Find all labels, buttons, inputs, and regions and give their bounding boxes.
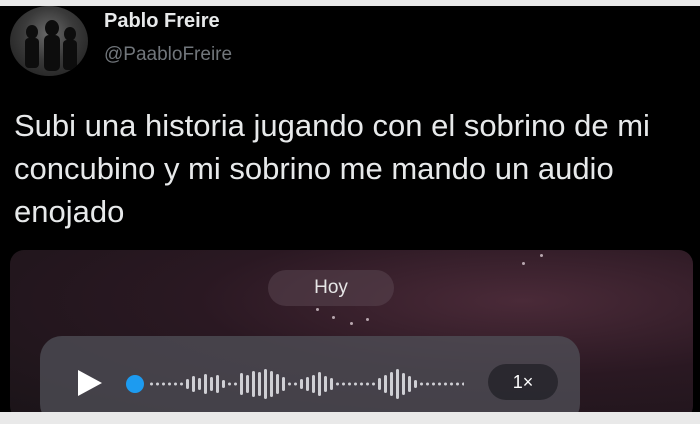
waveform-bar xyxy=(390,372,393,396)
waveform-bar xyxy=(276,374,279,394)
playback-speed-button[interactable]: 1× xyxy=(488,364,558,400)
waveform-bar xyxy=(288,382,291,386)
waveform-bar xyxy=(252,371,255,397)
waveform-bar xyxy=(360,382,363,386)
waveform-bar xyxy=(354,382,357,386)
waveform-bar xyxy=(306,377,309,391)
waveform-bar xyxy=(156,382,159,386)
waveform-bar xyxy=(396,369,399,399)
waveform-bar xyxy=(318,372,321,396)
author-name[interactable]: Pablo Freire xyxy=(104,10,220,33)
waveform-bar xyxy=(312,375,315,393)
waveform-bar xyxy=(462,382,464,386)
waveform-bar xyxy=(420,382,423,386)
waveform-bar xyxy=(426,382,429,386)
audio-waveform[interactable] xyxy=(124,356,464,412)
audio-message-screenshot[interactable]: Hoy 1× xyxy=(10,250,693,420)
voice-message-bubble: 1× xyxy=(40,336,580,420)
tweet-text: Subi una historia jugando con el sobrino… xyxy=(14,108,650,229)
waveform-bar xyxy=(240,373,243,395)
waveform-bar xyxy=(324,376,327,392)
waveform-bar xyxy=(402,373,405,395)
waveform-bar xyxy=(336,382,339,386)
waveform-bar xyxy=(162,382,165,386)
waveform-bar xyxy=(282,377,285,391)
waveform-bar xyxy=(438,382,441,386)
waveform-bar xyxy=(408,376,411,392)
waveform-bar xyxy=(168,382,171,386)
waveform-bar xyxy=(258,372,261,396)
avatar[interactable] xyxy=(10,6,88,76)
waveform-bar xyxy=(186,379,189,389)
waveform-bar xyxy=(384,375,387,393)
waveform-bar xyxy=(270,371,273,397)
waveform-bar xyxy=(264,369,267,399)
waveform-bar xyxy=(444,382,447,386)
bottom-frame-bar xyxy=(0,412,700,424)
author-handle[interactable]: @PaabloFreire xyxy=(104,44,232,66)
waveform-bar xyxy=(300,379,303,389)
waveform-bar xyxy=(378,378,381,390)
waveform-bar xyxy=(372,382,375,386)
waveform-bar xyxy=(348,382,351,386)
waveform-bar xyxy=(204,374,207,394)
waveform-bar xyxy=(432,382,435,386)
waveform-bar xyxy=(216,375,219,393)
waveform-bar xyxy=(450,382,453,386)
waveform-bar xyxy=(366,382,369,386)
waveform-bar xyxy=(330,378,333,390)
waveform-bar xyxy=(222,380,225,388)
waveform-bar xyxy=(228,382,231,386)
waveform-bar xyxy=(342,382,345,386)
waveform-bar xyxy=(456,382,459,386)
waveform-bar xyxy=(234,382,237,386)
waveform-bar xyxy=(150,382,153,386)
waveform-bar xyxy=(210,377,213,391)
play-icon[interactable] xyxy=(76,368,104,398)
waveform-bar xyxy=(174,382,177,386)
waveform-bar xyxy=(198,378,201,390)
top-frame-bar xyxy=(0,0,700,6)
progress-dot[interactable] xyxy=(126,375,144,393)
waveform-bar xyxy=(180,382,183,386)
waveform-bar xyxy=(246,375,249,393)
waveform-bar xyxy=(294,382,297,386)
waveform-bar xyxy=(414,380,417,388)
date-label: Hoy xyxy=(268,270,394,306)
waveform-bar xyxy=(192,376,195,392)
